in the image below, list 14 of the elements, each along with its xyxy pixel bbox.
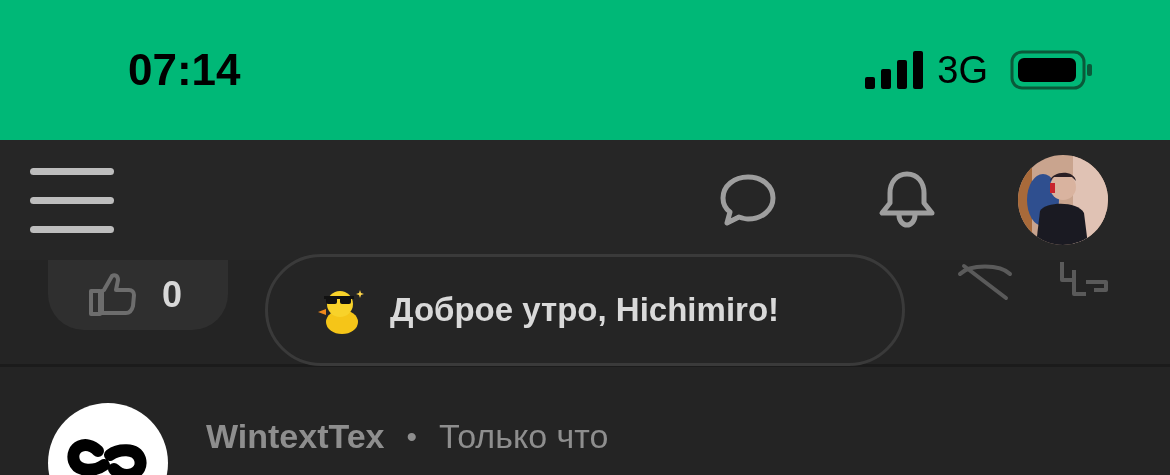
thumbs-up-icon (88, 273, 136, 317)
signal-icon (865, 51, 924, 89)
chat-icon[interactable] (720, 174, 776, 226)
menu-icon[interactable] (30, 167, 114, 233)
separator-dot: • (406, 419, 418, 455)
notification-bell-icon[interactable] (878, 171, 936, 229)
status-time: 07:14 (128, 44, 241, 96)
like-count: 0 (162, 273, 183, 317)
toast-message: Доброе утро, Hichimiro! (390, 290, 780, 331)
battery-icon (1010, 50, 1092, 90)
network-label: 3G (937, 47, 988, 93)
author-name[interactable]: WintextTex (206, 411, 385, 462)
post-time: Только что (439, 416, 609, 457)
like-button[interactable]: 0 (48, 260, 228, 330)
